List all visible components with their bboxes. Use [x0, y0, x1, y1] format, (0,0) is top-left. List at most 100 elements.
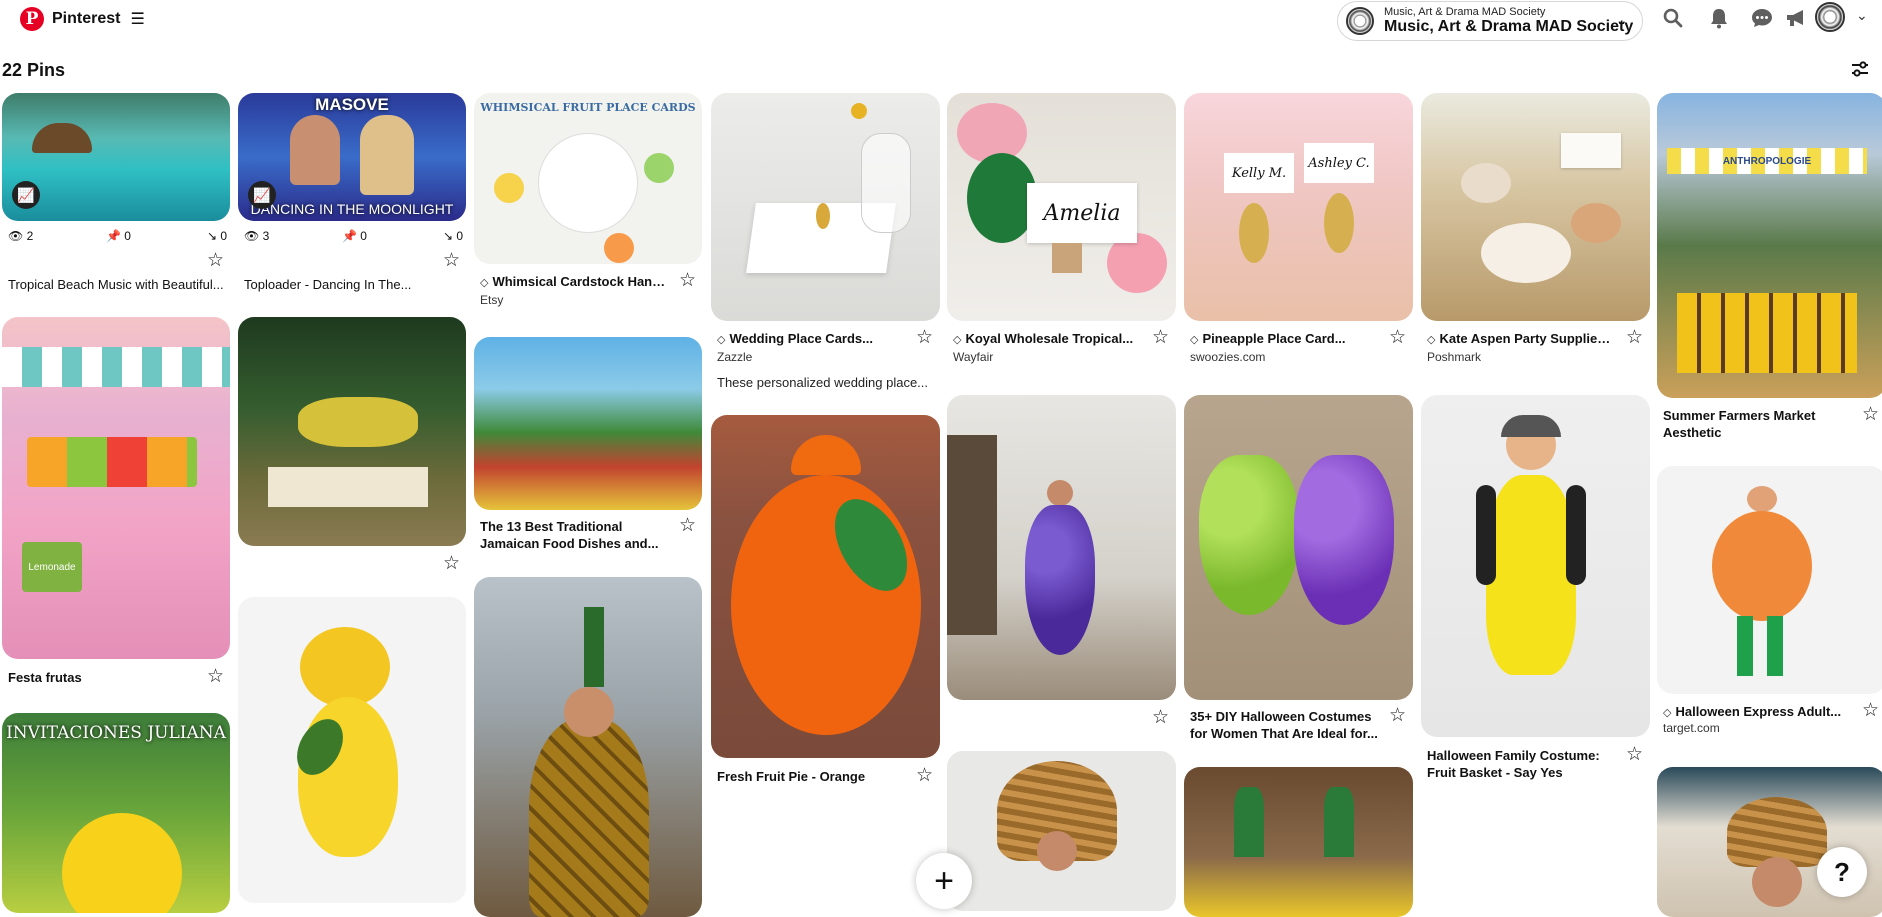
- tag-icon: ◇: [480, 277, 489, 289]
- account-switcher[interactable]: Music, Art & Drama MAD Society Music, Ar…: [1337, 1, 1643, 41]
- star-icon[interactable]: ☆: [679, 516, 696, 535]
- tag-icon: ◇: [717, 334, 726, 346]
- saves-count: 📌 0: [342, 229, 367, 243]
- tag-icon: ◇: [1663, 707, 1672, 719]
- pin-source[interactable]: target.com: [1663, 721, 1720, 735]
- saves-count: 📌 0: [106, 229, 131, 243]
- image-text-top: MASOVE: [315, 95, 389, 114]
- pin-title[interactable]: ◇ Pineapple Place Card...: [1190, 330, 1380, 349]
- pin-image[interactable]: [1421, 395, 1650, 737]
- pin-image[interactable]: Lemonade: [2, 317, 230, 659]
- pinterest-icon: P: [20, 7, 44, 31]
- pin-count: 22 Pins: [2, 60, 66, 80]
- star-icon[interactable]: ☆: [1626, 745, 1643, 764]
- tag-icon: ◇: [953, 334, 962, 346]
- pin-image[interactable]: Amelia: [947, 93, 1176, 321]
- pin-image[interactable]: Kelly M. Ashley C.: [1184, 93, 1413, 321]
- star-icon[interactable]: ☆: [443, 554, 460, 573]
- pin-source[interactable]: Zazzle: [717, 350, 752, 364]
- pinterest-logo[interactable]: P Pinterest ☰: [20, 7, 145, 31]
- tag-icon: ◇: [1190, 334, 1199, 346]
- pin-title[interactable]: Toploader - Dancing In The...: [244, 276, 464, 293]
- brand-name: Pinterest: [52, 10, 121, 27]
- star-icon[interactable]: ☆: [1389, 706, 1406, 725]
- pin-title[interactable]: Summer Farmers Market Aesthetic: [1663, 407, 1843, 441]
- bell-icon[interactable]: [1706, 5, 1732, 31]
- pin-image[interactable]: [711, 415, 940, 758]
- pin-image[interactable]: [1657, 466, 1882, 694]
- star-icon[interactable]: ☆: [1862, 701, 1879, 720]
- star-icon[interactable]: ☆: [679, 271, 696, 290]
- pin-title[interactable]: The 13 Best Traditional Jamaican Food Di…: [480, 518, 670, 552]
- pin-image[interactable]: [947, 395, 1176, 700]
- pin-image[interactable]: [474, 577, 702, 917]
- pin-image[interactable]: [711, 93, 940, 321]
- pin-image[interactable]: [238, 317, 466, 546]
- analytics-icon[interactable]: 📈: [12, 181, 40, 209]
- star-icon[interactable]: ☆: [1389, 328, 1406, 347]
- pin-image[interactable]: [1421, 93, 1650, 321]
- pin-source[interactable]: Poshmark: [1427, 350, 1481, 364]
- pin-image[interactable]: [238, 597, 466, 903]
- pin-title[interactable]: ◇ Wedding Place Cards...: [717, 330, 907, 349]
- chevron-down-icon[interactable]: ⌄: [1856, 7, 1868, 24]
- pin-image[interactable]: [947, 751, 1176, 911]
- pin-title[interactable]: ◇ Halloween Express Adult...: [1663, 703, 1853, 722]
- pin-title[interactable]: ◇ Kate Aspen Party Supplies ...: [1427, 330, 1617, 349]
- pin-image[interactable]: INVITACIONES JULIANA: [2, 713, 230, 913]
- profile-avatar[interactable]: [1815, 2, 1845, 32]
- star-icon[interactable]: ☆: [1152, 328, 1169, 347]
- pin-source[interactable]: swoozies.com: [1190, 350, 1265, 364]
- account-name: Music, Art & Drama MAD Society: [1384, 18, 1634, 36]
- views-count: 👁 2: [8, 229, 34, 243]
- pin-image[interactable]: [1184, 767, 1413, 917]
- clicks-count: ↘ 0: [207, 229, 228, 243]
- pin-image[interactable]: [1184, 395, 1413, 700]
- pin-source[interactable]: Etsy: [480, 293, 503, 307]
- star-icon[interactable]: ☆: [443, 251, 460, 270]
- star-icon[interactable]: ☆: [207, 251, 224, 270]
- image-text: INVITACIONES JULIANA: [6, 723, 226, 743]
- tag-icon: ◇: [1427, 334, 1436, 346]
- search-icon[interactable]: [1660, 5, 1686, 31]
- analytics-icon[interactable]: 📈: [248, 181, 276, 209]
- pin-image[interactable]: 📈: [2, 93, 230, 221]
- pin-description: These personalized wedding place...: [717, 375, 929, 390]
- image-text: Kelly M.: [1224, 153, 1294, 193]
- clicks-count: ↘ 0: [443, 229, 464, 243]
- help-button[interactable]: ?: [1817, 847, 1867, 897]
- pin-image[interactable]: MASOVE DANCING IN THE MOONLIGHT 📈: [238, 93, 466, 221]
- image-text: Ashley C.: [1304, 143, 1374, 183]
- star-icon[interactable]: ☆: [1626, 328, 1643, 347]
- pin-source[interactable]: Wayfair: [953, 350, 993, 364]
- megaphone-icon[interactable]: [1783, 5, 1809, 31]
- top-bar: P Pinterest ☰ Music, Art & Drama MAD Soc…: [0, 0, 1882, 41]
- pin-title[interactable]: Halloween Family Costume: Fruit Basket -…: [1427, 747, 1617, 781]
- pin-title[interactable]: Tropical Beach Music with Beautiful...: [8, 276, 228, 293]
- pin-title[interactable]: Fresh Fruit Pie - Orange: [717, 768, 907, 785]
- image-text: WHIMSICAL FRUIT PLACE CARDS: [480, 101, 696, 114]
- pin-title[interactable]: ◇ Whimsical Cardstock Hand...: [480, 273, 670, 292]
- pin-image[interactable]: ANTHROPOLOGIE: [1657, 93, 1882, 398]
- menu-icon[interactable]: ☰: [130, 9, 144, 29]
- chevron-down-icon: ⌄: [1615, 12, 1628, 29]
- pin-image[interactable]: WHIMSICAL FRUIT PLACE CARDS: [474, 93, 702, 264]
- add-pin-button[interactable]: +: [916, 853, 972, 909]
- image-text: ANTHROPOLOGIE: [1722, 155, 1812, 167]
- account-label: Music, Art & Drama MAD Society: [1384, 6, 1546, 19]
- pin-title[interactable]: Festa frutas: [8, 669, 188, 686]
- star-icon[interactable]: ☆: [1862, 405, 1879, 424]
- star-icon[interactable]: ☆: [916, 766, 933, 785]
- star-icon[interactable]: ☆: [916, 328, 933, 347]
- filter-icon[interactable]: [1851, 60, 1869, 83]
- views-count: 👁 3: [244, 229, 270, 243]
- star-icon[interactable]: ☆: [207, 667, 224, 686]
- pin-title[interactable]: 35+ DIY Halloween Costumes for Women Tha…: [1190, 708, 1380, 742]
- pin-title[interactable]: ◇ Koyal Wholesale Tropical...: [953, 330, 1143, 349]
- star-icon[interactable]: ☆: [1152, 708, 1169, 727]
- pin-image[interactable]: [474, 337, 702, 510]
- account-avatar: [1346, 7, 1374, 35]
- messages-icon[interactable]: [1749, 5, 1775, 31]
- image-text: Lemonade: [22, 542, 82, 592]
- image-text: Amelia: [1027, 183, 1137, 243]
